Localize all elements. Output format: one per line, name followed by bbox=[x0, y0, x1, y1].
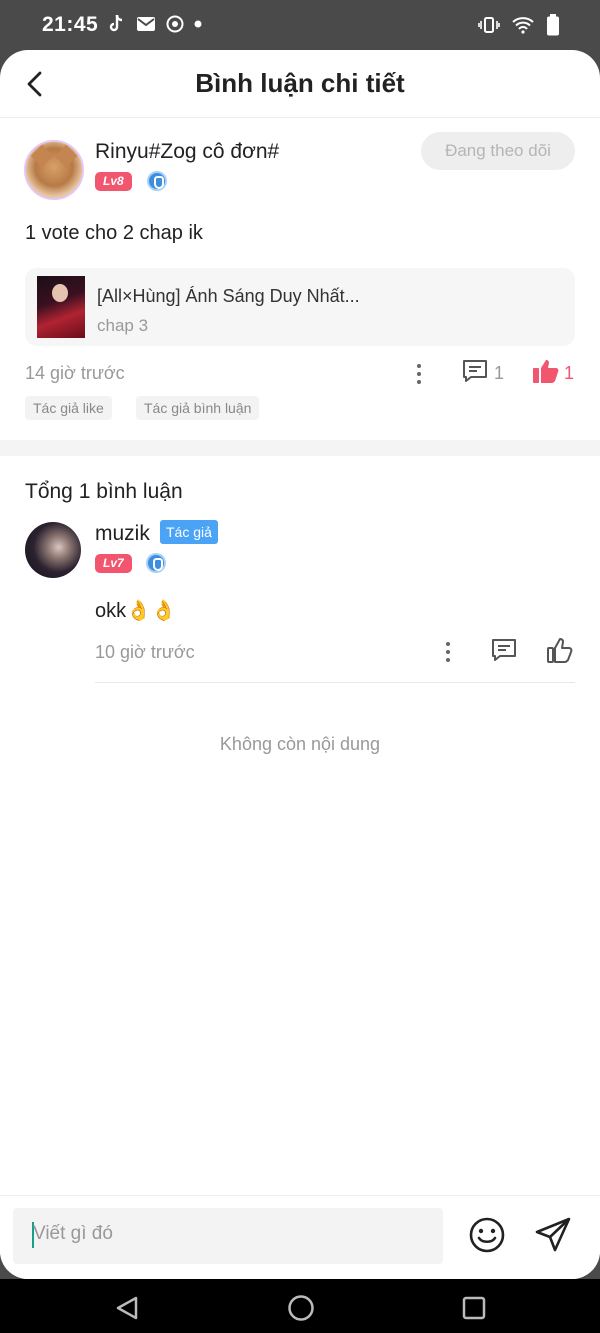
nav-back-icon[interactable] bbox=[114, 1295, 140, 1321]
battery-icon bbox=[547, 14, 559, 36]
author-commented-tag: Tác giả bình luận bbox=[136, 396, 260, 420]
book-card[interactable]: [All×Hùng] Ánh Sáng Duy Nhất... chap 3 bbox=[25, 268, 575, 346]
system-icons bbox=[478, 14, 560, 36]
status-bar: 21:45 bbox=[0, 0, 600, 50]
comment-count: 1 bbox=[494, 363, 505, 383]
book-chapter: chap 3 bbox=[97, 316, 149, 335]
section-divider bbox=[0, 440, 600, 456]
reply-time: 10 giờ trước bbox=[95, 642, 195, 662]
vibrate-icon bbox=[478, 17, 500, 33]
avatar-ear-right bbox=[54, 144, 78, 168]
reply-thumbs-up-icon[interactable] bbox=[546, 636, 574, 664]
comment-detail-sheet: Bình luận chi tiết Rinyu#Zog cô đơn# Lv8… bbox=[0, 50, 600, 1279]
reply-content: okk👌👌 bbox=[95, 600, 176, 622]
thumbs-up-filled-icon[interactable] bbox=[532, 358, 560, 384]
comment-icon[interactable] bbox=[462, 358, 488, 384]
end-of-content-label: Không còn nội dung bbox=[219, 734, 381, 754]
book-cover-image bbox=[37, 276, 85, 338]
reply-more-options-icon[interactable] bbox=[437, 640, 457, 664]
comment-composer: Viết gì đó bbox=[0, 1195, 600, 1279]
emoji-icon[interactable] bbox=[468, 1216, 506, 1254]
status-time: 21:45 bbox=[42, 13, 99, 36]
comment-content: 1 vote cho 2 chap ik bbox=[25, 222, 203, 244]
reply-level-badge: Lv7 bbox=[95, 554, 132, 573]
nav-home-icon[interactable] bbox=[287, 1294, 315, 1322]
main-comment: Rinyu#Zog cô đơn# Lv8 Đang theo dõi 1 vo… bbox=[0, 118, 600, 442]
author-liked-tag: Tác giả like bbox=[25, 396, 112, 420]
avatar-ear-left bbox=[30, 144, 54, 168]
more-options-icon[interactable] bbox=[408, 362, 428, 386]
comment-time: 14 giờ trước bbox=[25, 363, 125, 383]
system-navigation-bar bbox=[0, 1279, 600, 1333]
book-title: [All×Hùng] Ánh Sáng Duy Nhất... bbox=[97, 286, 360, 306]
reply-divider bbox=[95, 682, 575, 683]
username[interactable]: Rinyu#Zog cô đơn# bbox=[95, 140, 279, 164]
reply-avatar[interactable] bbox=[25, 522, 81, 578]
nav-recents-icon[interactable] bbox=[461, 1295, 487, 1321]
total-replies: Tổng 1 bình luận bbox=[25, 480, 183, 503]
follow-button[interactable]: Đang theo dõi bbox=[421, 132, 575, 170]
reply-comment-icon[interactable] bbox=[491, 637, 517, 663]
chrome-icon bbox=[166, 15, 184, 33]
comment-input[interactable]: Viết gì đó bbox=[13, 1208, 443, 1264]
wifi-icon bbox=[512, 17, 534, 34]
reply-username[interactable]: muzik bbox=[95, 522, 150, 546]
mail-icon bbox=[137, 17, 155, 31]
input-placeholder: Viết gì đó bbox=[33, 1223, 113, 1244]
header: Bình luận chi tiết bbox=[0, 50, 600, 118]
like-count: 1 bbox=[564, 363, 575, 383]
verified-badge-icon bbox=[147, 171, 167, 191]
notification-icons bbox=[108, 14, 202, 34]
dot-icon bbox=[194, 20, 202, 28]
author-badge: Tác giả bbox=[160, 520, 218, 544]
tiktok-icon bbox=[109, 14, 123, 32]
send-icon[interactable] bbox=[534, 1216, 572, 1254]
level-badge: Lv8 bbox=[95, 172, 132, 191]
avatar[interactable] bbox=[24, 140, 84, 200]
page-title: Bình luận chi tiết bbox=[195, 68, 405, 98]
reply-verified-badge-icon bbox=[146, 553, 166, 573]
